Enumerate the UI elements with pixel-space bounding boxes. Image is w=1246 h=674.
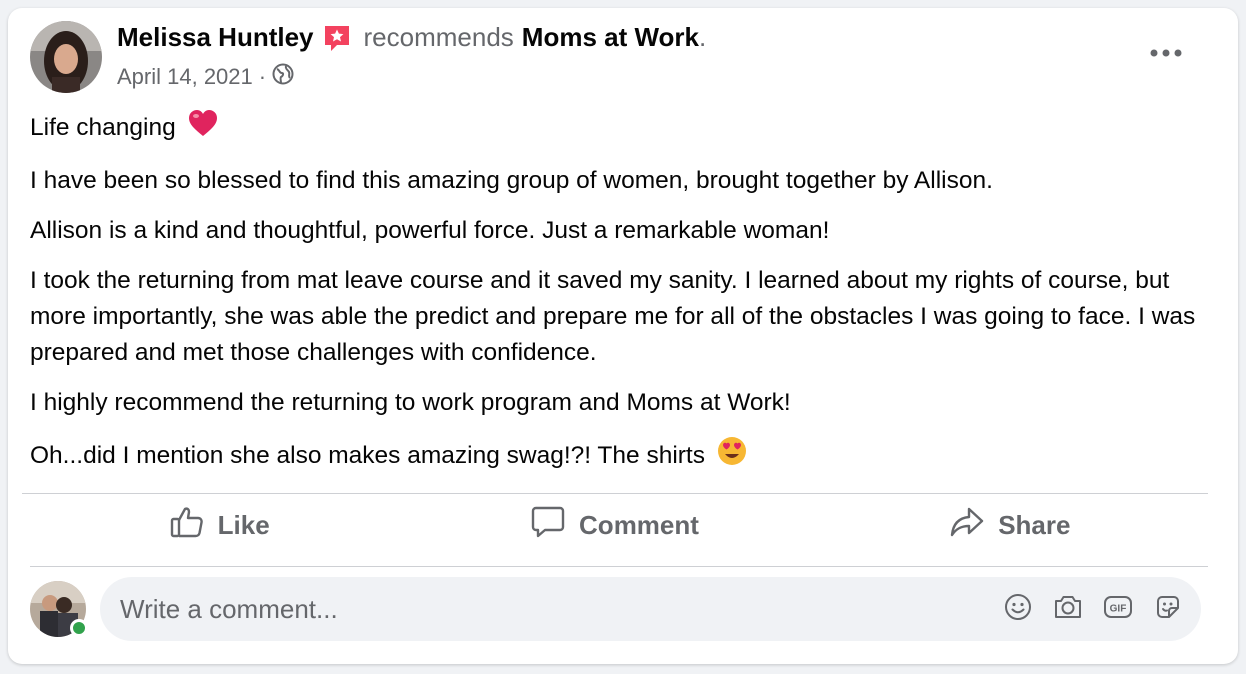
globe-icon [272, 63, 294, 91]
post-paragraph: I took the returning from mat leave cour… [30, 267, 1196, 366]
paragraph-text: Life changing [30, 113, 176, 141]
header-period: . [699, 22, 707, 52]
post-paragraph: I highly recommend the returning to work… [30, 389, 791, 416]
like-label: Like [217, 509, 270, 540]
post-paragraph: Life changing [30, 108, 1210, 149]
author-name[interactable]: Melissa Huntley [117, 22, 314, 53]
post-actions: Like Comment Share [22, 489, 1208, 561]
comment-tools: GIF [993, 584, 1193, 634]
meta-separator: · [258, 64, 267, 89]
share-arrow-icon [950, 505, 998, 546]
gif-icon: GIF [1103, 593, 1133, 626]
emoji-icon [1004, 593, 1032, 626]
ellipsis-icon [1150, 44, 1182, 62]
heart-eyes-emoji [716, 435, 748, 478]
post-date[interactable]: April 14, 2021 [117, 64, 253, 90]
post-body: Life changing I have been so blessed to … [30, 108, 1210, 492]
share-button[interactable]: Share [813, 489, 1208, 561]
gif-button[interactable]: GIF [1093, 584, 1143, 634]
sticker-button[interactable] [1143, 584, 1193, 634]
comment-bubble-icon [531, 505, 579, 546]
post-meta: April 14, 2021 · [117, 63, 294, 91]
sticker-icon [1154, 593, 1182, 626]
page-name-link[interactable]: Moms at Work [522, 22, 699, 53]
comment-label: Comment [579, 509, 699, 540]
paragraph-text: Oh...did I mention she also makes amazin… [30, 441, 705, 469]
heart-emoji [187, 108, 219, 149]
like-button[interactable]: Like [22, 489, 417, 561]
share-label: Share [998, 509, 1071, 540]
author-avatar[interactable] [30, 21, 102, 93]
post-header: Melissa Huntley recommends Moms at Work … [117, 22, 706, 53]
post-paragraph: I have been so blessed to find this amaz… [30, 167, 993, 194]
more-options-button[interactable] [1146, 37, 1186, 69]
thumbs-up-icon [170, 505, 218, 546]
svg-text:GIF: GIF [1110, 603, 1127, 614]
emoji-button[interactable] [993, 584, 1043, 634]
actions-bottom-divider [30, 566, 1208, 567]
post-paragraph: Allison is a kind and thoughtful, powerf… [30, 217, 830, 244]
camera-button[interactable] [1043, 584, 1093, 634]
camera-icon [1053, 593, 1083, 626]
recommendation-star-icon [322, 23, 352, 53]
recommends-text: recommends [363, 22, 514, 52]
comment-button[interactable]: Comment [417, 489, 812, 561]
comment-composer: GIF [100, 577, 1201, 641]
post-paragraph: Oh...did I mention she also makes amazin… [30, 435, 1210, 478]
online-status-indicator [70, 619, 88, 637]
comment-input[interactable] [100, 577, 993, 641]
